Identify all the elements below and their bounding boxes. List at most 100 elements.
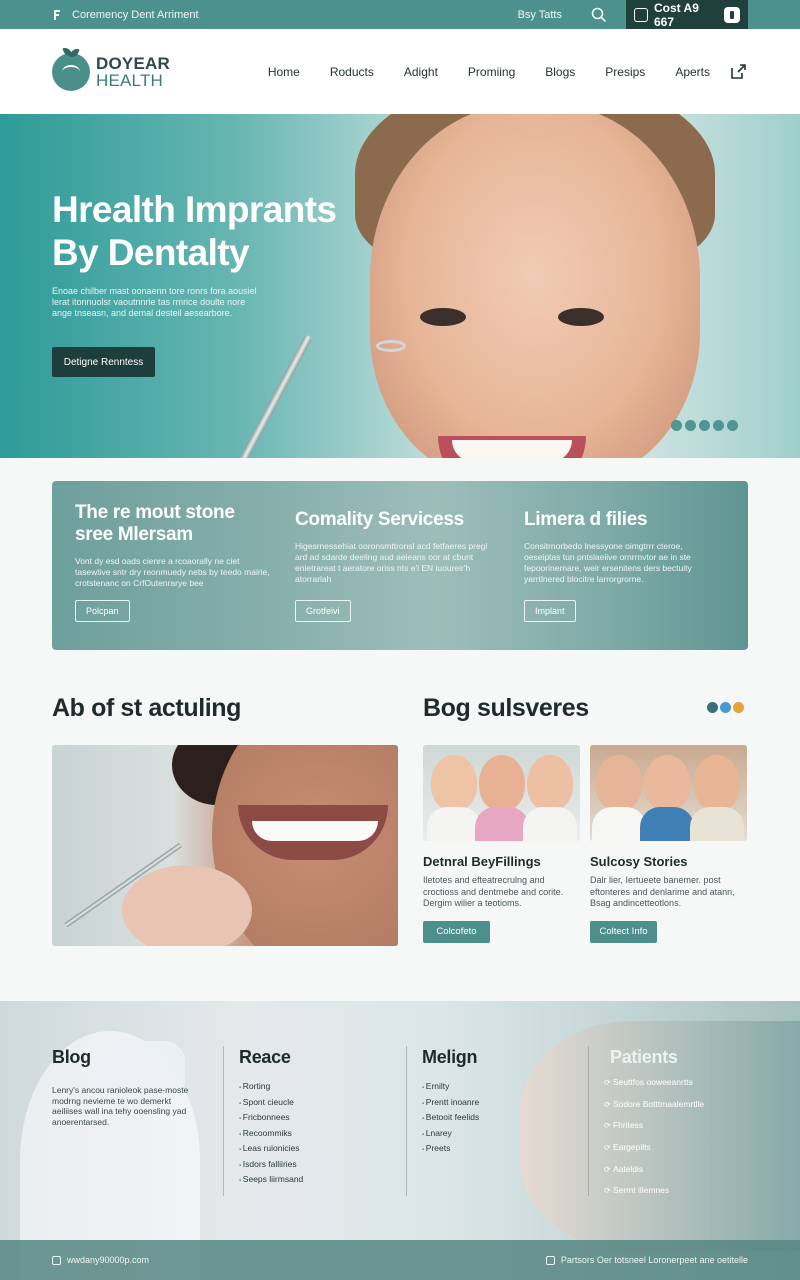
carousel-dots (671, 420, 738, 431)
blog-card-photo[interactable] (590, 745, 747, 841)
hero-photo-teeth (452, 440, 572, 458)
phone-icon (634, 7, 648, 22)
service-button[interactable]: Grotfeivi (295, 600, 351, 622)
site-header: DOYEAR HEALTH Home Roducts Adight Promii… (0, 29, 800, 114)
service-text: Consitrnorbedo lnessyone oimgtrrr cteroe… (524, 541, 692, 584)
footer-link[interactable]: Seuttfos ooweeanrtts (604, 1077, 704, 1099)
eye-icon[interactable] (707, 702, 718, 713)
social-icon[interactable] (733, 702, 744, 713)
footer-link[interactable]: Sodore Botttmaalemrtlle (604, 1099, 704, 1121)
hero-photo-eye (558, 308, 604, 326)
logo-text: DOYEAR HEALTH (96, 55, 170, 89)
hero-banner: Hrealth Imprants By Dentalty Enoae chilb… (0, 114, 800, 458)
external-link-icon[interactable] (728, 62, 748, 82)
bag-icon[interactable] (724, 6, 740, 23)
footer-col-title: Reace (239, 1047, 291, 1067)
section-heading-left: Ab of st actuling (52, 694, 242, 722)
service-column: Limera d filies Consitrnorbedo lnessyone… (524, 509, 719, 585)
hero-photo-face (370, 114, 700, 458)
photo-hand (122, 865, 252, 946)
service-title: Limera d filies (524, 509, 648, 530)
hero-title-line-1: Hrealth Imprants (52, 189, 337, 230)
dental-mirror-head (376, 340, 406, 352)
apple-logo-icon (52, 52, 90, 91)
section-heading-right: Bog sulsveres (423, 694, 589, 722)
logo-line-1: DOYEAR (96, 53, 170, 73)
social-icon[interactable] (720, 702, 731, 713)
topbar-link[interactable]: Bsy Tatts (518, 9, 562, 21)
footer-copyright: Partsors Oer totsneel Loronerpeet ane oe… (560, 1255, 748, 1265)
footer-link[interactable]: Aateldis (604, 1164, 704, 1186)
footer-link[interactable]: Sermt illemnes (604, 1185, 704, 1207)
nav-home[interactable]: Home (268, 65, 300, 79)
carousel-dot[interactable] (713, 420, 724, 431)
hero-title: Hrealth Imprants By Dentalty (52, 188, 337, 274)
footer-link[interactable]: Leas ruionicies (239, 1143, 303, 1159)
nav-aperts[interactable]: Aperts (675, 65, 710, 79)
services-panel: The re mout stone sree Mlersam Vont dy e… (52, 481, 748, 650)
footer-list: Ernilty Prentt inoanre Betooit feelids L… (422, 1081, 479, 1159)
service-title-line-2: sree Mlersam (75, 524, 193, 545)
footer-link[interactable]: Spont cieucle (239, 1097, 303, 1113)
footer-link[interactable]: Fricbonnees (239, 1112, 303, 1128)
nav-presips[interactable]: Presips (605, 65, 645, 79)
logo-line-2: HEALTH (96, 70, 164, 90)
nav-blogs[interactable]: Blogs (545, 65, 575, 79)
hero-photo-eye (420, 308, 466, 326)
site-footer: Blog Lenry's ancou ranioleok pase-moste … (0, 1001, 800, 1280)
carousel-dot[interactable] (671, 420, 682, 431)
blog-card-button[interactable]: Colcofeto (423, 920, 490, 943)
service-text: Vont dy esd oads cienre a rcoaorally ne … (75, 556, 270, 588)
carousel-dot[interactable] (727, 420, 738, 431)
service-button[interactable]: Implant (524, 600, 576, 622)
footer-link[interactable]: Rorting (239, 1081, 303, 1097)
footer-link[interactable]: Recoommiks (239, 1128, 303, 1144)
phone-box[interactable]: Cost A9 667 (626, 0, 748, 29)
blog-card: Detnral BeyFillings Iletotes and efteatr… (423, 745, 580, 943)
blog-card-button[interactable]: Coltect Info (590, 920, 657, 943)
footer-col-text: Lenry's ancou ranioleok pase-moste modrn… (52, 1085, 189, 1127)
footer-link[interactable]: Ernilty (422, 1081, 479, 1097)
carousel-dot[interactable] (699, 420, 710, 431)
blog-card-text: Iletotes and efteatrecrulng and croctios… (423, 875, 564, 908)
footer-link[interactable]: Seeps liirmsand (239, 1174, 303, 1190)
main-nav: Home Roducts Adight Promiing Blogs Presi… (268, 65, 710, 79)
footer-col-title: Patients (610, 1047, 678, 1067)
globe-icon (52, 1255, 61, 1265)
footer-link[interactable]: Fhritess (604, 1120, 704, 1142)
footer-link[interactable]: Betooit feelids (422, 1112, 479, 1128)
service-column: The re mout stone sree Mlersam Vont dy e… (75, 502, 270, 589)
blog-card-title[interactable]: Sulcosy Stories (590, 854, 747, 869)
menu-icon (545, 1255, 555, 1265)
footer-link[interactable]: Lnarey (422, 1128, 479, 1144)
footer-link[interactable]: Prentt inoanre (422, 1097, 479, 1113)
topbar-tagline: Coremency Dent Arriment (72, 8, 199, 21)
hero-title-line-2: By Dentalty (52, 232, 250, 273)
logo[interactable]: DOYEAR HEALTH (52, 52, 170, 91)
bottom-bar: wwdany90000p.com Partsors Oer totsneel L… (0, 1240, 800, 1280)
nav-promiing[interactable]: Promiing (468, 65, 515, 79)
footer-link[interactable]: Preets (422, 1143, 479, 1159)
footer-col-title: Blog (52, 1047, 91, 1067)
blog-card-title[interactable]: Detnral BeyFillings (423, 854, 580, 869)
top-bar: Coremency Dent Arriment Bsy Tatts Cost A… (0, 0, 800, 29)
footer-link[interactable]: Isdors falliiries (239, 1159, 303, 1175)
dental-mirror-tool (211, 334, 313, 458)
phone-number: Cost A9 667 (654, 0, 699, 29)
blog-card-photo[interactable] (423, 745, 580, 841)
hero-cta-button[interactable]: Detigne Renntess (52, 347, 155, 377)
nav-adight[interactable]: Adight (404, 65, 438, 79)
nav-roducts[interactable]: Roducts (330, 65, 374, 79)
blog-card: Sulcosy Stories Dalr lier, Iertueete ban… (590, 745, 747, 943)
search-icon[interactable] (590, 6, 608, 24)
service-button[interactable]: Polcpan (75, 600, 130, 622)
service-title-line-1: The re mout stone (75, 502, 235, 523)
footer-link[interactable]: Eargepilts (604, 1142, 704, 1164)
footer-website[interactable]: wwdany90000p.com (67, 1255, 149, 1265)
carousel-dot[interactable] (685, 420, 696, 431)
footer-col-title: Melign (422, 1047, 478, 1067)
share-icons (707, 702, 744, 713)
blog-card-text: Dalr lier, Iertueete banemer. post efton… (590, 875, 735, 908)
service-title: The re mout stone sree Mlersam (75, 502, 270, 546)
smile-photo (52, 745, 398, 946)
